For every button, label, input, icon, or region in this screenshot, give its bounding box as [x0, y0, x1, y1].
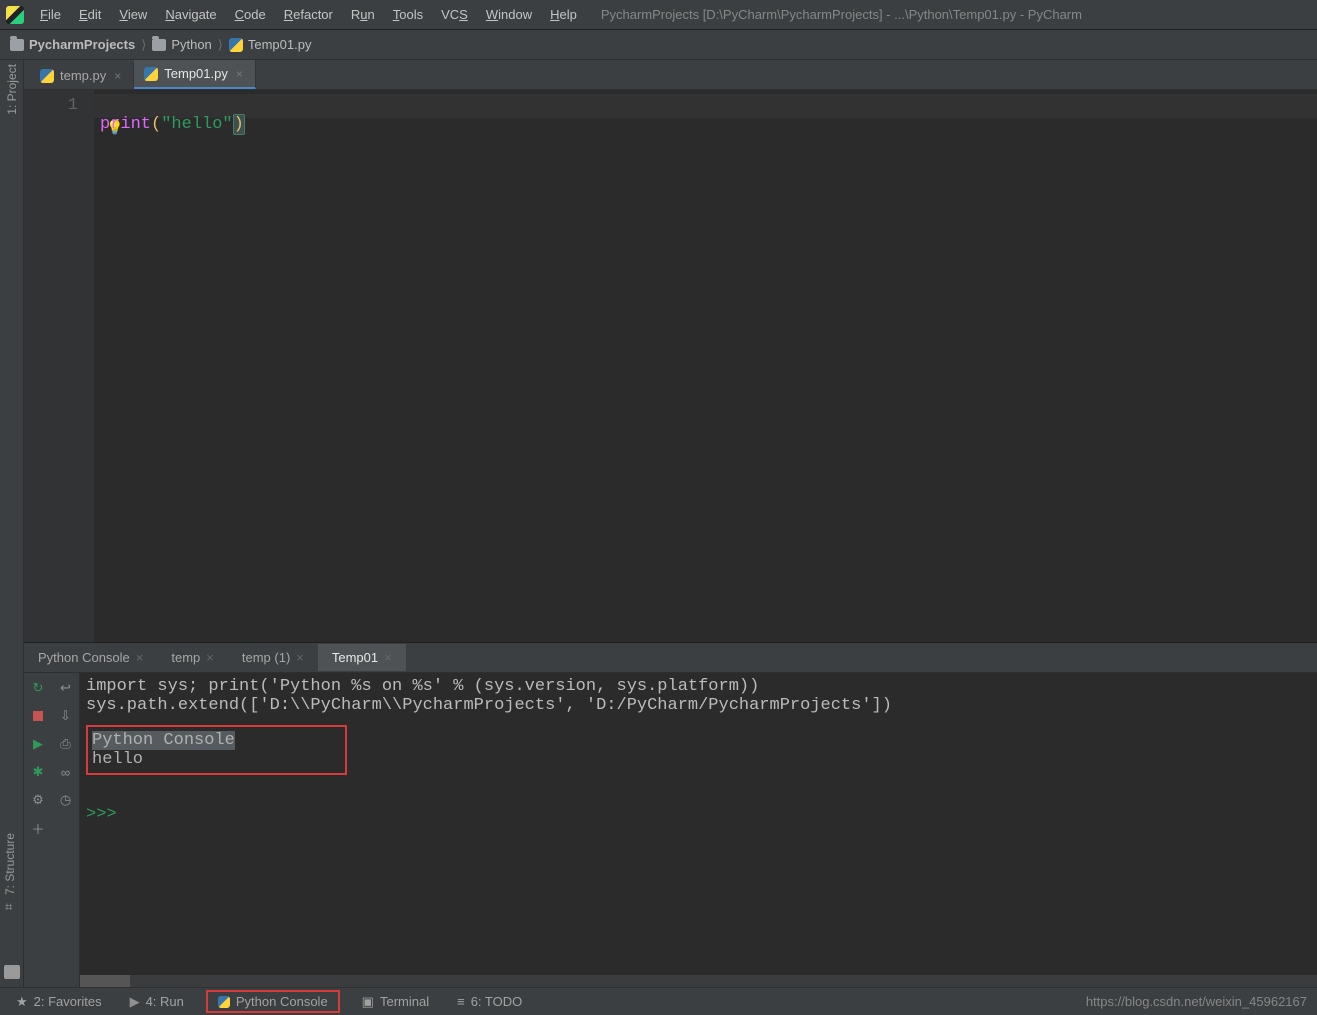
- python-file-icon: [144, 67, 158, 81]
- menu-window[interactable]: Window: [478, 3, 540, 26]
- folder-icon: [152, 39, 166, 51]
- settings-icon[interactable]: [29, 791, 47, 809]
- console-tools-right: [52, 673, 80, 987]
- menu-code[interactable]: Code: [227, 3, 274, 26]
- editor-tab-temp[interactable]: temp.py ×: [30, 62, 134, 89]
- run-icon[interactable]: [29, 735, 47, 753]
- editor[interactable]: 1 print("hello") 💡: [24, 90, 1317, 642]
- line-number: 1: [24, 96, 78, 115]
- breadcrumb-root[interactable]: PycharmProjects: [10, 37, 135, 52]
- menu-help[interactable]: Help: [542, 3, 585, 26]
- bottombar: 2: Favorites 4: Run Python Console Termi…: [0, 987, 1317, 1015]
- console-tab-temp1[interactable]: temp (1)×: [228, 644, 318, 671]
- window-title: PycharmProjects [D:\PyCharm\PycharmProje…: [601, 7, 1082, 22]
- console-line: sys.path.extend(['D:\\PyCharm\\PycharmPr…: [86, 696, 1311, 715]
- breadcrumb-sep: ⟩: [218, 37, 223, 53]
- leftbar-structure[interactable]: 7: Structure: [3, 833, 17, 895]
- breadcrumb-sep: ⟩: [141, 37, 146, 53]
- console-prompt: >>>: [86, 805, 117, 824]
- folder-icon: [10, 39, 24, 51]
- editor-tab-temp01[interactable]: Temp01.py ×: [134, 60, 256, 89]
- menu-run[interactable]: Run: [343, 3, 383, 26]
- bottombar-run[interactable]: 4: Run: [124, 990, 190, 1014]
- console-body: import sys; print('Python %s on %s' % (s…: [24, 673, 1317, 987]
- editor-code[interactable]: print("hello") 💡: [94, 90, 1317, 642]
- terminal-icon: [362, 994, 374, 1010]
- console-tab-pyconsole[interactable]: Python Console×: [24, 644, 157, 671]
- console-line: import sys; print('Python %s on %s' % (s…: [86, 677, 1311, 696]
- main: 1: Project temp.py × Temp01.py × 1 pr: [0, 60, 1317, 987]
- console-tabs: Python Console× temp× temp (1)× Temp01×: [24, 643, 1317, 673]
- rerun-icon[interactable]: [29, 679, 47, 697]
- console-tools-left: [24, 673, 52, 987]
- close-icon[interactable]: ×: [384, 650, 392, 665]
- breadcrumb: PycharmProjects ⟩ Python ⟩ Temp01.py: [0, 30, 1317, 60]
- menubar: File Edit View Navigate Code Refactor Ru…: [0, 0, 1317, 30]
- console-line: hello: [92, 750, 235, 769]
- menu-file[interactable]: File: [32, 3, 69, 26]
- close-icon[interactable]: ×: [136, 650, 144, 665]
- stop-icon[interactable]: [29, 707, 47, 725]
- tab-label: Temp01.py: [164, 66, 228, 81]
- token-paren-close: ): [233, 114, 245, 135]
- breadcrumb-folder[interactable]: Python: [152, 37, 211, 52]
- app-icon: [6, 6, 24, 24]
- bottombar-todo[interactable]: 6: TODO: [451, 990, 528, 1013]
- highlight-box: Python Console hello: [86, 725, 347, 775]
- console-line: Python Console: [92, 731, 235, 750]
- menu-navigate[interactable]: Navigate: [157, 3, 224, 26]
- close-icon[interactable]: ×: [206, 650, 214, 665]
- python-file-icon: [40, 69, 54, 83]
- scroll-end-icon[interactable]: [57, 707, 75, 725]
- tab-label: temp.py: [60, 68, 106, 83]
- token-string: "hello": [161, 115, 232, 134]
- watermark: https://blog.csdn.net/weixin_45962167: [1086, 994, 1307, 1009]
- history-icon[interactable]: [57, 791, 75, 809]
- menu-vcs[interactable]: VCS: [433, 3, 476, 26]
- editor-tabs: temp.py × Temp01.py ×: [24, 60, 1317, 90]
- bottombar-python-console[interactable]: Python Console: [206, 990, 340, 1013]
- close-icon[interactable]: ×: [296, 650, 304, 665]
- python-file-icon: [229, 38, 243, 52]
- token-function: print: [100, 115, 151, 134]
- editor-gutter: 1: [24, 90, 94, 642]
- console-tab-temp01[interactable]: Temp01×: [318, 644, 406, 671]
- print-icon[interactable]: [57, 735, 75, 753]
- scrollbar[interactable]: [80, 975, 1317, 987]
- leftbar-folder-icon[interactable]: [4, 965, 20, 979]
- list-icon: [457, 994, 465, 1009]
- close-icon[interactable]: ×: [234, 67, 245, 81]
- show-vars-icon[interactable]: [57, 763, 75, 781]
- bottombar-favorites[interactable]: 2: Favorites: [10, 990, 108, 1014]
- console-output[interactable]: import sys; print('Python %s on %s' % (s…: [80, 673, 1317, 987]
- add-icon[interactable]: [29, 819, 47, 837]
- leftbar-project[interactable]: 1: Project: [5, 64, 19, 115]
- softwrap-icon[interactable]: [57, 679, 75, 697]
- close-icon[interactable]: ×: [112, 69, 123, 83]
- structure-icon[interactable]: ⌗: [5, 899, 12, 915]
- menu-refactor[interactable]: Refactor: [276, 3, 341, 26]
- editor-column: temp.py × Temp01.py × 1 print("hello") 💡: [24, 60, 1317, 987]
- token-paren-open: (: [151, 115, 161, 134]
- python-icon: [218, 996, 230, 1008]
- star-icon: [16, 994, 28, 1010]
- console-tab-temp[interactable]: temp×: [157, 644, 228, 671]
- menu-view[interactable]: View: [111, 3, 155, 26]
- menu-edit[interactable]: Edit: [71, 3, 109, 26]
- menu-tools[interactable]: Tools: [385, 3, 431, 26]
- breadcrumb-file[interactable]: Temp01.py: [229, 37, 312, 52]
- debug-icon[interactable]: [29, 763, 47, 781]
- bottombar-terminal[interactable]: Terminal: [356, 990, 435, 1014]
- console-panel: Python Console× temp× temp (1)× Temp01×: [24, 642, 1317, 987]
- play-icon: [130, 994, 140, 1010]
